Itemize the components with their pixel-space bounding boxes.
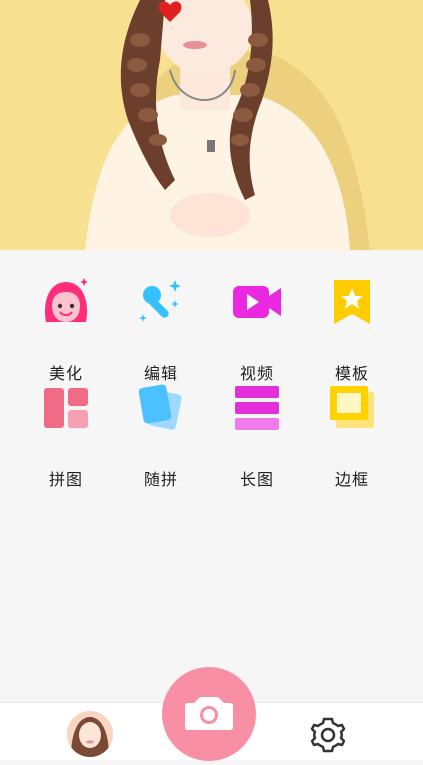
star-bookmark-icon: [334, 280, 370, 324]
cards-icon: [138, 384, 182, 430]
tool-beautify[interactable]: 美化: [21, 276, 111, 386]
tool-label: 视频: [239, 364, 274, 383]
tool-label: 长图: [239, 470, 274, 489]
tool-label: 边框: [334, 470, 369, 489]
tool-edit[interactable]: 编辑: [116, 276, 206, 386]
tool-video[interactable]: 视频: [212, 276, 302, 386]
long-image-icon: [235, 386, 279, 430]
tool-label: 随拼: [143, 470, 178, 489]
frame-icon: [330, 386, 374, 428]
tool-template[interactable]: 模板: [307, 276, 397, 386]
tool-label: 拼图: [48, 470, 83, 489]
magic-wand-icon: [139, 280, 181, 322]
face-icon: [44, 278, 88, 322]
tool-grid: 美化 编辑 视频 模板 拼图 随拼 长图 边框: [0, 250, 423, 702]
video-camera-icon: [233, 286, 281, 318]
tool-frame[interactable]: 边框: [307, 382, 397, 492]
camera-icon: [185, 697, 233, 730]
tool-long-image[interactable]: 长图: [212, 382, 302, 492]
gear-icon: [310, 717, 346, 753]
settings-button[interactable]: [309, 716, 347, 754]
photo-banner[interactable]: [0, 0, 423, 250]
avatar[interactable]: [67, 711, 113, 757]
tool-label: 模板: [334, 364, 369, 383]
banner-illustration: [0, 0, 423, 250]
avatar-image: [67, 711, 113, 757]
tool-label: 美化: [48, 364, 83, 383]
tool-free-collage[interactable]: 随拼: [116, 382, 206, 492]
tool-collage[interactable]: 拼图: [21, 382, 111, 492]
tool-label: 编辑: [143, 364, 178, 383]
collage-icon: [44, 388, 88, 428]
camera-button[interactable]: [162, 667, 256, 761]
